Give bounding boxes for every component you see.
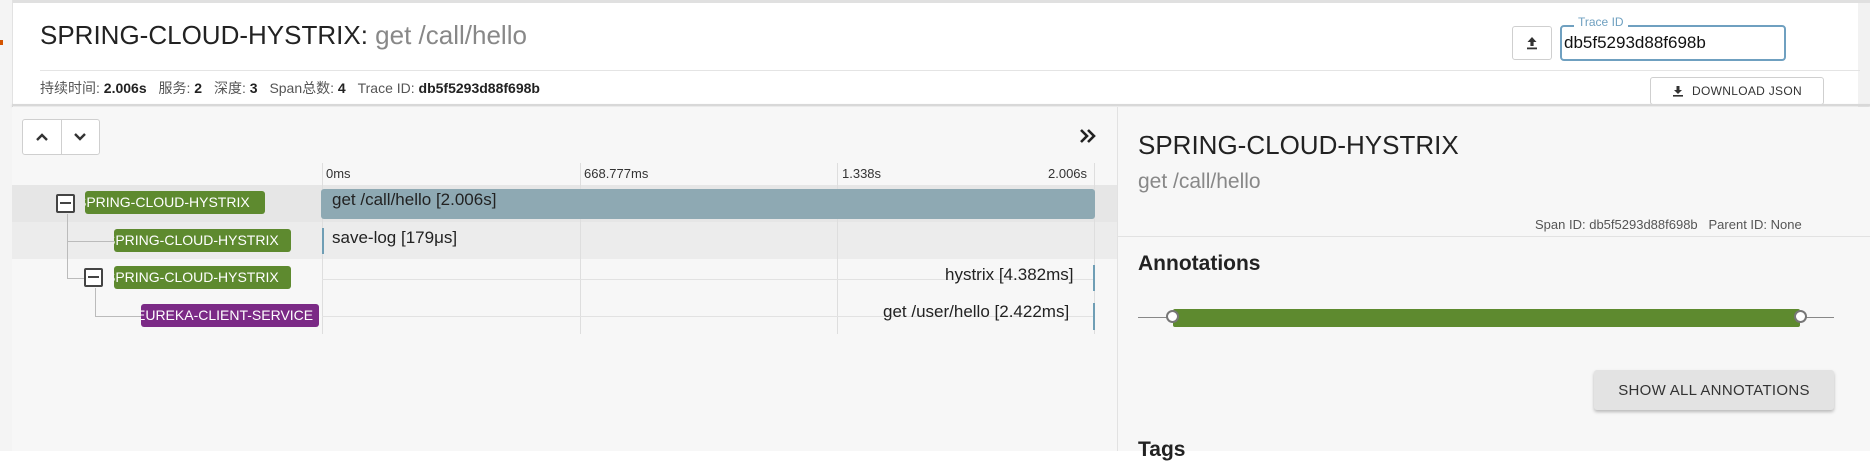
span-ids: Span ID: db5f5293d88f698b Parent ID: Non… xyxy=(1535,217,1802,232)
tree-connector xyxy=(67,214,68,242)
tree-connector xyxy=(67,241,114,242)
span-duration-bar[interactable] xyxy=(1093,265,1095,291)
span-duration-bar[interactable] xyxy=(322,228,324,254)
header-bottom-border xyxy=(12,104,1870,106)
span-total-value: 4 xyxy=(337,80,346,96)
tick-label: 668.777ms xyxy=(584,166,649,181)
detail-divider xyxy=(1117,236,1870,237)
service-name-badge: SPRING-CLOUD-HYSTRIX xyxy=(85,191,265,214)
annotations-heading: Annotations xyxy=(1138,252,1261,275)
top-border xyxy=(0,0,1870,3)
trace-summary: 持续时间: 2.006s 服务: 2 深度: 3 Span总数: 4 Trace… xyxy=(40,80,540,96)
span-id-value: db5f5293d88f698b xyxy=(1589,217,1698,232)
tags-heading: Tags xyxy=(1138,438,1186,461)
expand-toggle[interactable] xyxy=(56,194,75,213)
tick-label: 2.006s xyxy=(1048,166,1088,181)
trace-id-value[interactable]: db5f5293d88f698b xyxy=(1564,33,1706,53)
download-json-button[interactable]: DOWNLOAD JSON xyxy=(1650,77,1824,105)
services-value: 2 xyxy=(194,80,203,96)
duration-value: 2.006s xyxy=(103,80,147,96)
annotation-start-marker[interactable] xyxy=(1166,310,1179,323)
page-title: SPRING-CLOUD-HYSTRIX: get /call/hello xyxy=(40,20,527,50)
tick-label: 0ms xyxy=(326,166,351,181)
trace-service-name: SPRING-CLOUD-HYSTRIX xyxy=(40,20,361,50)
upload-button[interactable] xyxy=(1512,26,1552,60)
header-divider xyxy=(40,70,1860,71)
span-label: save-log [179μs] xyxy=(332,228,458,247)
service-name-badge: SPRING-CLOUD-HYSTRIX xyxy=(114,266,291,289)
tree-connector xyxy=(67,241,68,279)
span-label: hystrix [4.382ms] xyxy=(945,265,1074,284)
expand-toggle[interactable] xyxy=(84,268,103,287)
show-all-annotations-button[interactable]: SHOW ALL ANNOTATIONS xyxy=(1594,370,1834,410)
annotation-range-bar xyxy=(1173,309,1800,327)
next-span-button[interactable] xyxy=(60,120,100,154)
span-label: get /user/hello [2.422ms] xyxy=(883,302,1070,321)
span-label: get /call/hello [2.006s] xyxy=(332,190,497,209)
depth-value: 3 xyxy=(249,80,258,96)
collapse-panel-button[interactable] xyxy=(1078,128,1098,149)
trace-id-label: Trace ID xyxy=(1574,15,1628,29)
parent-id-value: None xyxy=(1770,217,1802,232)
double-chevron-right-icon xyxy=(1080,129,1096,143)
service-name-badge: SPRING-CLOUD-HYSTRIX xyxy=(114,229,291,252)
download-icon xyxy=(1672,85,1684,97)
tree-connector xyxy=(95,316,142,317)
span-navigation xyxy=(22,119,100,155)
span-duration-bar[interactable] xyxy=(1093,303,1095,330)
tick-label: 1.338s xyxy=(842,166,882,181)
service-name-badge: EUREKA-CLIENT-SERVICE xyxy=(141,304,319,327)
annotation-end-marker[interactable] xyxy=(1794,310,1807,323)
previous-span-button[interactable] xyxy=(23,120,61,154)
detail-operation-name: get /call/hello xyxy=(1138,170,1261,193)
tree-connector xyxy=(67,278,85,279)
detail-service-name: SPRING-CLOUD-HYSTRIX xyxy=(1138,130,1459,160)
tree-connector xyxy=(95,288,96,316)
upload-icon xyxy=(1527,37,1537,50)
trace-id-meta-value: db5f5293d88f698b xyxy=(418,80,540,96)
trace-operation-name: get /call/hello xyxy=(375,20,527,50)
chevron-down-icon xyxy=(74,133,87,141)
chevron-up-icon xyxy=(35,133,48,141)
